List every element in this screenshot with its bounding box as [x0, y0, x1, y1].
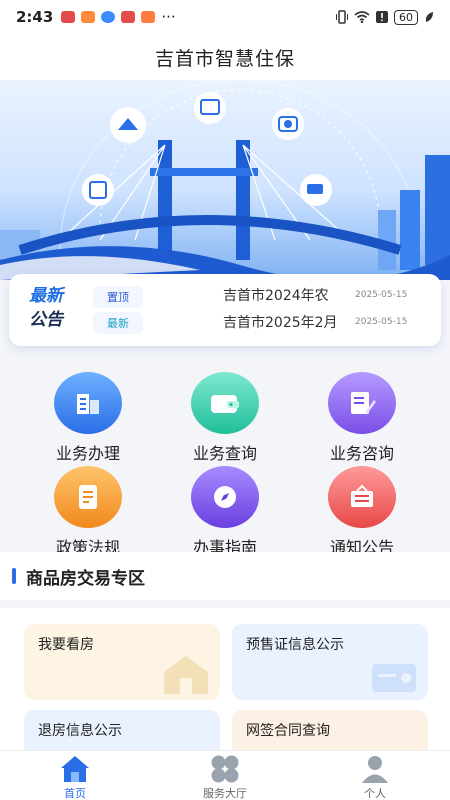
id-card-icon: [372, 664, 416, 692]
service-announcement[interactable]: 通知公告: [302, 466, 422, 558]
announcement-icon: [328, 466, 396, 528]
more-notifications-icon: ···: [161, 8, 176, 26]
house-icon: [164, 656, 208, 694]
pinned-tag: 置顶: [93, 286, 143, 308]
banner-image[interactable]: [0, 80, 450, 280]
section-title: 商品房交易专区: [26, 568, 145, 589]
building-icon: [54, 372, 122, 434]
notice-logo: 最新 公告: [29, 284, 63, 332]
section-header: 商品房交易专区: [0, 552, 450, 600]
service-label: 业务咨询: [329, 444, 394, 463]
notice-item-date: 2025-05-15: [355, 317, 408, 327]
edit-document-icon: [328, 372, 396, 434]
book-icon: [54, 466, 122, 528]
notification-icons: ···: [61, 8, 176, 26]
card-presale-permit[interactable]: 预售证信息公示: [232, 624, 428, 700]
leaf-icon: [425, 12, 433, 22]
service-policy-law[interactable]: 政策法规: [28, 466, 148, 558]
message-notification-icon: [81, 11, 96, 23]
tab-service-hall[interactable]: 服务大厅: [175, 753, 275, 800]
battery-indicator: 60: [394, 9, 418, 25]
notice-item[interactable]: 吉首市2025年2月 2025-05-15: [223, 312, 423, 332]
alert-icon: [376, 11, 388, 23]
service-business-consult[interactable]: 业务咨询: [302, 372, 422, 464]
home-icon: [25, 753, 125, 785]
page-title: 吉首市智慧住保: [154, 47, 295, 70]
wallet-icon: [191, 372, 259, 434]
service-guide[interactable]: 办事指南: [165, 466, 285, 558]
card-refund-info[interactable]: 退房信息公示: [24, 710, 220, 750]
bridge-illustration: [0, 80, 450, 280]
trade-cards: 我要看房 预售证信息公示 退房信息公示 网签合同查询: [0, 608, 450, 750]
notice-logo-line2: 公告: [29, 310, 63, 330]
app-notification-icon: [141, 11, 156, 23]
app-notification-icon: [121, 11, 136, 23]
tab-home[interactable]: 首页: [25, 753, 125, 800]
app-notification-icon: [61, 11, 76, 23]
service-label: 业务查询: [192, 444, 257, 463]
card-label: 退房信息公示: [38, 723, 122, 739]
tab-label: 服务大厅: [203, 787, 247, 800]
card-label: 预售证信息公示: [246, 637, 344, 653]
tab-profile[interactable]: 个人: [325, 753, 425, 800]
notice-item-title: 吉首市2025年2月: [223, 315, 338, 331]
grid-icon: [175, 753, 275, 785]
notice-logo-line1: 最新: [29, 286, 63, 306]
browser-notification-icon: [101, 11, 116, 23]
service-label: 业务办理: [55, 444, 120, 463]
card-label: 网签合同查询: [246, 723, 330, 739]
user-icon: [325, 753, 425, 785]
card-label: 我要看房: [38, 637, 94, 653]
bottom-tab-bar: 首页 服务大厅 个人: [0, 750, 450, 800]
section-accent-bar: [12, 568, 16, 584]
vibrate-icon: [336, 10, 348, 24]
tab-label: 个人: [364, 787, 386, 800]
wifi-icon: [354, 11, 370, 23]
card-view-house[interactable]: 我要看房: [24, 624, 220, 700]
status-time: 2:43: [16, 8, 54, 26]
service-business-handling[interactable]: 业务办理: [28, 372, 148, 464]
compass-icon: [191, 466, 259, 528]
notice-item-date: 2025-05-15: [355, 290, 408, 300]
app-header: 吉首市智慧住保: [0, 34, 450, 80]
tab-label: 首页: [64, 787, 86, 800]
status-bar: 2:43 ··· 60: [0, 0, 450, 34]
notice-item[interactable]: 吉首市2024年农 2025-05-15: [223, 285, 423, 305]
notice-board: 最新 公告 置顶 最新 吉首市2024年农 2025-05-15 吉首市2025…: [9, 274, 441, 346]
card-contract-query[interactable]: 网签合同查询: [232, 710, 428, 750]
notice-item-title: 吉首市2024年农: [223, 288, 329, 304]
latest-tag: 最新: [93, 312, 143, 334]
service-business-query[interactable]: 业务查询: [165, 372, 285, 464]
